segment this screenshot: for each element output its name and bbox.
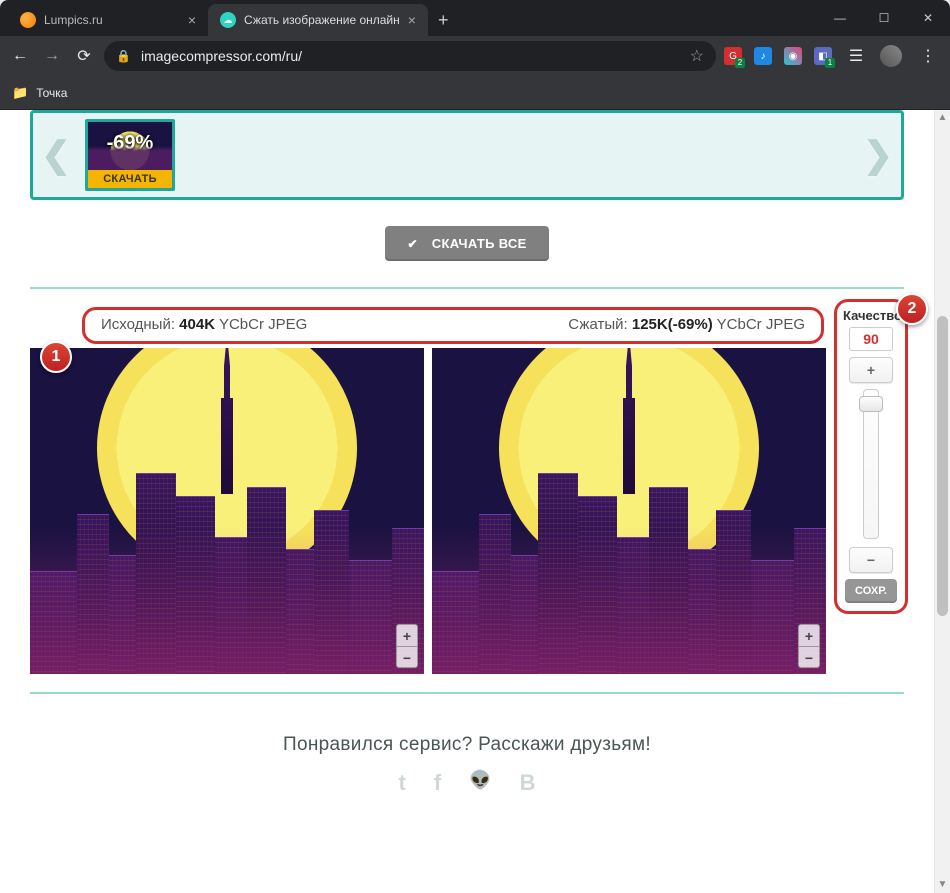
quality-plus-button[interactable]: + <box>849 357 893 383</box>
scroll-up-icon[interactable]: ▲ <box>935 110 950 126</box>
tab-title: Сжать изображение онлайн <box>244 13 400 27</box>
back-button[interactable]: ← <box>8 47 32 65</box>
compressed-preview[interactable]: + − <box>432 348 826 674</box>
section-divider <box>30 692 904 694</box>
address-bar[interactable]: 🔒 imagecompressor.com/ru/ ☆ <box>104 41 716 71</box>
share-section: Понравился сервис? Расскажи друзьям! t f… <box>0 734 934 796</box>
thumbnail-strip: ❮ -69% СКАЧАТЬ ❯ <box>30 110 904 200</box>
thumbnail-download-button[interactable]: СКАЧАТЬ <box>88 170 172 188</box>
close-icon[interactable]: × <box>408 12 416 28</box>
minimize-button[interactable]: — <box>818 0 862 36</box>
download-all-button[interactable]: ✔ СКАЧАТЬ ВСЕ <box>385 226 548 261</box>
chrome-menu-icon[interactable]: ⋮ <box>914 46 942 66</box>
bookmarks-bar: 📁 Точка <box>0 76 950 110</box>
annotation-callout-1: 1 <box>40 341 72 373</box>
tab-imagecompressor[interactable]: ☁ Сжать изображение онлайн × <box>208 4 428 36</box>
quality-slider[interactable] <box>863 389 879 539</box>
lock-icon: 🔒 <box>116 49 131 63</box>
browser-toolbar: ← → ⟳ 🔒 imagecompressor.com/ru/ ☆ G 2 ♪ … <box>0 36 950 76</box>
favicon-cloud-icon: ☁ <box>220 12 236 28</box>
zoom-controls: + − <box>798 624 820 668</box>
size-info-bar: Исходный: 404K YCbCr JPEG Сжатый: 125K(-… <box>82 307 824 344</box>
carousel-prev-icon[interactable]: ❮ <box>41 134 71 176</box>
new-tab-button[interactable]: + <box>428 10 459 31</box>
download-all-label: СКАЧАТЬ ВСЕ <box>432 236 527 251</box>
zoom-out-button[interactable]: − <box>798 646 820 668</box>
scroll-track[interactable] <box>935 126 950 877</box>
scroll-thumb[interactable] <box>937 316 948 616</box>
tab-lumpics[interactable]: Lumpics.ru × <box>8 4 208 36</box>
original-info: Исходный: 404K YCbCr JPEG <box>101 316 307 333</box>
thumbnail-preview: -69% <box>88 122 172 170</box>
extension-music-icon[interactable]: ♪ <box>754 47 772 65</box>
quality-minus-button[interactable]: − <box>849 547 893 573</box>
extension-badge: 1 <box>825 58 835 68</box>
zoom-in-button[interactable]: + <box>396 624 418 646</box>
original-preview[interactable]: + − <box>30 348 424 674</box>
zoom-controls: + − <box>396 624 418 668</box>
scroll-down-icon[interactable]: ▼ <box>935 877 950 893</box>
zoom-in-button[interactable]: + <box>798 624 820 646</box>
thumbnail-percent-badge: -69% <box>88 132 172 155</box>
share-vk-icon[interactable]: B <box>520 770 536 796</box>
extension-box-icon[interactable]: ◧ 1 <box>814 47 832 65</box>
page-scrollbar[interactable]: ▲ ▼ <box>934 110 950 893</box>
maximize-button[interactable]: ☐ <box>862 0 906 36</box>
share-tumblr-icon[interactable]: t <box>399 770 406 796</box>
annotation-callout-2: 2 <box>896 293 928 325</box>
compare-area: 1 2 Исходный: 404K YCbCr JPEG Сжатый: 12… <box>30 307 904 674</box>
zoom-out-button[interactable]: − <box>396 646 418 668</box>
share-heading: Понравился сервис? Расскажи друзьям! <box>0 734 934 756</box>
share-reddit-icon[interactable]: 👽 <box>469 770 491 796</box>
upload-thumbnail[interactable]: -69% СКАЧАТЬ <box>85 119 175 191</box>
bookmark-star-icon[interactable]: ☆ <box>690 46 704 66</box>
quality-panel: Качество + − СОХР. <box>834 299 908 614</box>
share-facebook-icon[interactable]: f <box>434 770 441 796</box>
extension-badge: 2 <box>735 58 745 68</box>
reload-button[interactable]: ⟳ <box>72 46 96 66</box>
close-icon[interactable]: × <box>188 12 196 28</box>
save-button[interactable]: СОХР. <box>845 579 897 603</box>
favicon-orange-icon <box>20 12 36 28</box>
window-titlebar: Lumpics.ru × ☁ Сжать изображение онлайн … <box>0 0 950 36</box>
folder-icon: 📁 <box>12 85 28 101</box>
quality-input[interactable] <box>849 327 893 351</box>
tab-title: Lumpics.ru <box>44 13 103 27</box>
window-controls: — ☐ ✕ <box>818 0 950 36</box>
extension-icon[interactable]: G 2 <box>724 47 742 65</box>
carousel-next-icon[interactable]: ❯ <box>863 134 893 176</box>
compressed-info: Сжатый: 125K(-69%) YCbCr JPEG <box>568 316 805 333</box>
forward-button[interactable]: → <box>40 47 64 65</box>
url-text: imagecompressor.com/ru/ <box>141 48 302 64</box>
extension-icons: G 2 ♪ ◉ ◧ 1 ☰ ⋮ <box>724 45 942 67</box>
profile-avatar[interactable] <box>880 45 902 67</box>
page-content: ❮ -69% СКАЧАТЬ ❯ ✔ СКАЧАТЬ ВСЕ 1 2 <box>0 110 950 893</box>
bookmark-item[interactable]: Точка <box>36 86 67 100</box>
quality-label: Качество <box>843 308 899 323</box>
checkmark-icon: ✔ <box>407 237 417 251</box>
close-window-button[interactable]: ✕ <box>906 0 950 36</box>
slider-handle[interactable] <box>859 396 883 412</box>
section-divider <box>30 287 904 289</box>
reading-list-icon[interactable]: ☰ <box>844 46 868 66</box>
extension-globe-icon[interactable]: ◉ <box>784 47 802 65</box>
